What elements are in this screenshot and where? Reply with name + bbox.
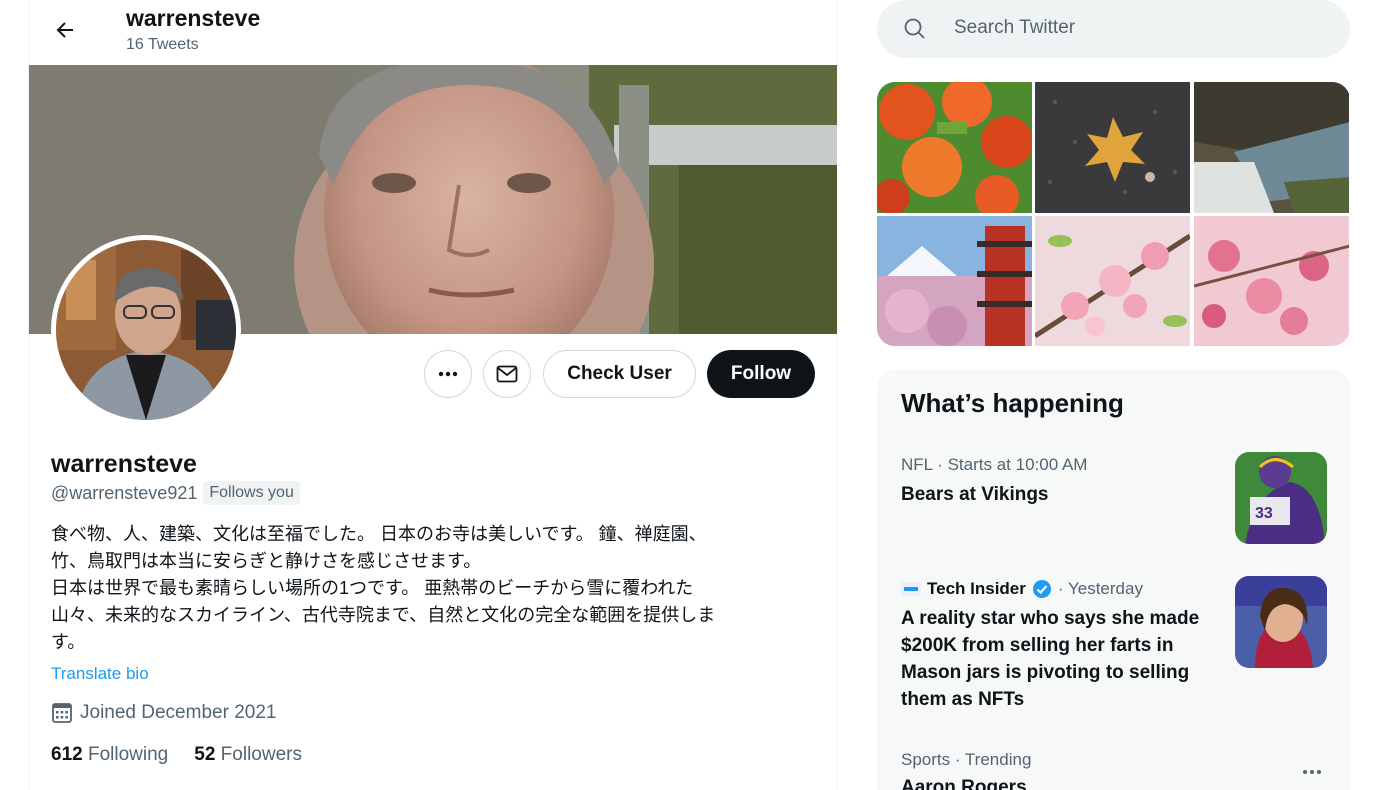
arrow-left-icon [56, 22, 73, 38]
media-thumbnail[interactable] [1035, 82, 1190, 213]
trend-title-line: $200K from selling her farts in [901, 635, 1174, 656]
trend-meta: NFL · Starts at 10:00 AM [901, 455, 1088, 474]
trend-source-row: Tech Insider · Yesterday [901, 579, 1143, 599]
calendar-icon [52, 703, 72, 723]
followers-label: Followers [220, 744, 302, 765]
trend-title: Bears at Vikings [901, 484, 1049, 505]
trend-title-line: them as NFTs [901, 689, 1025, 710]
trend-thumbnail: 33 [1235, 452, 1327, 544]
following-link[interactable]: 612 Following [51, 744, 168, 766]
trend-title-line: A reality star who says she made [901, 608, 1200, 629]
page: warrensteve 16 Tweets Check User Follow … [0, 0, 1374, 790]
tech-insider-logo-icon [901, 582, 921, 596]
joined-row: Joined December 2021 [51, 702, 276, 724]
trend-title: A reality star who says she made $200K f… [901, 605, 1199, 713]
followers-link[interactable]: 52 Followers [194, 744, 302, 766]
translate-bio-link[interactable]: Translate bio [51, 664, 149, 684]
trend-title: Aaron Rogers [901, 777, 1027, 790]
trend-meta: Sports · Trending [901, 750, 1032, 769]
profile-handle-row: @warrensteve921 Follows you [51, 481, 300, 505]
profile-name: warrensteve [51, 450, 197, 478]
joined-date: Joined December 2021 [80, 702, 277, 723]
followers-count: 52 [194, 744, 216, 765]
profile-header-bar: warrensteve 16 Tweets [29, 0, 837, 65]
bio-line: 食べ物、人、建築、文化は至福でした。 日本のお寺は美しいです。 鐘、禅庭園、 [51, 524, 707, 544]
more-options-button[interactable] [424, 350, 472, 398]
more-horizontal-icon [438, 371, 458, 377]
avatar-image [56, 240, 236, 420]
svg-text:33: 33 [1255, 505, 1273, 522]
following-label: Following [87, 744, 169, 765]
media-thumbnail[interactable] [877, 82, 1032, 213]
bio-line: す。 [51, 632, 86, 652]
header-tweet-count: 16 Tweets [126, 36, 199, 53]
whats-happening-panel: What’s happening NFL · Starts at 10:00 A… [877, 370, 1350, 790]
envelope-icon [496, 365, 518, 383]
media-thumbnail[interactable] [1194, 82, 1349, 213]
trend-thumbnail [1235, 576, 1327, 668]
check-user-button[interactable]: Check User [543, 350, 696, 398]
bio-line: 山々、未来的なスカイライン、古代寺院まで、自然と文化の完全な範囲を提供しま [51, 605, 716, 625]
trend-source: Tech Insider [927, 579, 1026, 598]
profile-handle: @warrensteve921 [51, 482, 198, 503]
media-thumbnail[interactable] [1194, 216, 1349, 346]
media-thumbnail[interactable] [1035, 216, 1190, 346]
search-icon [904, 18, 925, 39]
more-horizontal-icon [1303, 770, 1321, 774]
verified-badge-icon [1032, 580, 1051, 598]
header-name: warrensteve [126, 5, 261, 31]
bio-line: 竹、鳥取門は本当に安らぎと静けさを感じさせます。 [51, 551, 482, 571]
media-thumbnail[interactable] [877, 216, 1032, 346]
profile-avatar[interactable] [51, 235, 241, 425]
search-box[interactable]: Search Twitter [877, 0, 1350, 58]
back-button[interactable] [45, 10, 85, 50]
bio-line: 日本は世界で最も素晴らしい場所の1つです。 亜熱帯のビーチから雪に覆われた [51, 578, 694, 598]
follow-stats: 612 Following 52 Followers [51, 744, 302, 766]
follows-you-badge: Follows you [203, 481, 300, 505]
follow-button[interactable]: Follow [707, 350, 815, 398]
message-button[interactable] [483, 350, 531, 398]
trend-more-button[interactable] [1302, 758, 1322, 781]
trend-title-line: Mason jars is pivoting to selling [901, 662, 1190, 683]
trend-meta: · Yesterday [1057, 579, 1143, 598]
following-count: 612 [51, 744, 83, 765]
search-input[interactable]: Search Twitter [954, 17, 1075, 39]
profile-column: warrensteve 16 Tweets Check User Follow … [28, 0, 837, 790]
whats-happening-title: What’s happening [901, 388, 1124, 418]
profile-bio: 食べ物、人、建築、文化は至福でした。 日本のお寺は美しいです。 鐘、禅庭園、 竹… [51, 521, 811, 656]
media-gallery [877, 82, 1350, 346]
